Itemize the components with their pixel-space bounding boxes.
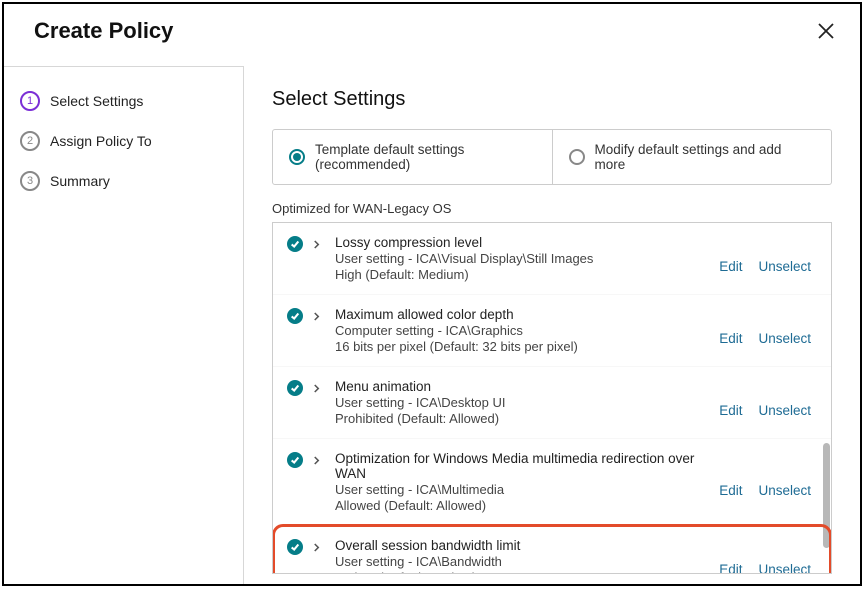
close-icon: [817, 22, 835, 40]
setting-path: Computer setting - ICA\Graphics: [335, 323, 701, 338]
selected-check-icon: [287, 539, 303, 555]
page-title: Create Policy: [34, 18, 173, 44]
expand-chevron[interactable]: [313, 309, 325, 323]
template-name: Optimized for WAN-Legacy OS: [272, 201, 832, 216]
setting-text-block: Menu animation User setting - ICA\Deskto…: [335, 379, 701, 426]
step-label: Select Settings: [50, 93, 143, 109]
expand-chevron[interactable]: [313, 237, 325, 251]
row-actions: Edit Unselect: [719, 403, 811, 418]
setting-name: Optimization for Windows Media multimedi…: [335, 451, 701, 481]
unselect-link[interactable]: Unselect: [758, 331, 811, 346]
setting-path: User setting - ICA\Desktop UI: [335, 395, 701, 410]
row-actions: Edit Unselect: [719, 562, 811, 574]
option-label: Template default settings (recommended): [315, 142, 536, 172]
edit-link[interactable]: Edit: [719, 403, 742, 418]
expand-chevron[interactable]: [313, 453, 325, 467]
selected-check-icon: [287, 236, 303, 252]
step-number-badge: 1: [20, 91, 40, 111]
setting-row: Overall session bandwidth limit User set…: [273, 525, 831, 574]
edit-link[interactable]: Edit: [719, 483, 742, 498]
row-actions: Edit Unselect: [719, 483, 811, 498]
step-number-badge: 2: [20, 131, 40, 151]
wizard-step-3[interactable]: 3 Summary: [20, 171, 243, 191]
dialog-header: Create Policy: [4, 4, 860, 66]
wizard-step-1[interactable]: 1 Select Settings: [20, 91, 243, 111]
wizard-step-2[interactable]: 2 Assign Policy To: [20, 131, 243, 151]
row-actions: Edit Unselect: [719, 331, 811, 346]
modify-defaults-option[interactable]: Modify default settings and add more: [553, 130, 832, 184]
settings-mode-toggle: Template default settings (recommended) …: [272, 129, 832, 185]
step-label: Summary: [50, 173, 110, 189]
option-label: Modify default settings and add more: [595, 142, 816, 172]
unselect-link[interactable]: Unselect: [758, 259, 811, 274]
setting-text-block: Lossy compression level User setting - I…: [335, 235, 701, 282]
setting-value: High (Default: Medium): [335, 267, 701, 282]
setting-text-block: Optimization for Windows Media multimedi…: [335, 451, 701, 513]
setting-row: Menu animation User setting - ICA\Deskto…: [273, 366, 831, 438]
setting-row: Maximum allowed color depth Computer set…: [273, 294, 831, 366]
close-button[interactable]: [816, 21, 836, 41]
selected-check-icon: [287, 380, 303, 396]
template-defaults-option[interactable]: Template default settings (recommended): [273, 130, 553, 184]
settings-list: Lossy compression level User setting - I…: [272, 222, 832, 574]
section-title: Select Settings: [272, 88, 832, 111]
edit-link[interactable]: Edit: [719, 259, 742, 274]
edit-link[interactable]: Edit: [719, 562, 742, 574]
unselect-link[interactable]: Unselect: [758, 483, 811, 498]
setting-path: User setting - ICA\Bandwidth: [335, 554, 701, 569]
setting-name: Overall session bandwidth limit: [335, 538, 701, 553]
setting-path: User setting - ICA\Multimedia: [335, 482, 701, 497]
setting-value: Prohibited (Default: Allowed): [335, 411, 701, 426]
unselect-link[interactable]: Unselect: [758, 562, 811, 574]
setting-text-block: Maximum allowed color depth Computer set…: [335, 307, 701, 354]
setting-row: Lossy compression level User setting - I…: [273, 223, 831, 294]
row-actions: Edit Unselect: [719, 259, 811, 274]
selected-check-icon: [287, 452, 303, 468]
expand-chevron[interactable]: [313, 381, 325, 395]
expand-chevron[interactable]: [313, 540, 325, 554]
step-number-badge: 3: [20, 171, 40, 191]
main-panel: Select Settings Template default setting…: [244, 66, 860, 584]
setting-text-block: Overall session bandwidth limit User set…: [335, 538, 701, 574]
setting-value: 16 bits per pixel (Default: 32 bits per …: [335, 339, 701, 354]
setting-name: Maximum allowed color depth: [335, 307, 701, 322]
setting-value: 0 Kbps (Default: 0 Kbps): [335, 570, 701, 574]
unselect-link[interactable]: Unselect: [758, 403, 811, 418]
setting-name: Lossy compression level: [335, 235, 701, 250]
edit-link[interactable]: Edit: [719, 331, 742, 346]
setting-name: Menu animation: [335, 379, 701, 394]
setting-path: User setting - ICA\Visual Display\Still …: [335, 251, 701, 266]
selected-check-icon: [287, 308, 303, 324]
radio-icon: [569, 149, 585, 165]
radio-icon: [289, 149, 305, 165]
wizard-steps: 1 Select Settings 2 Assign Policy To 3 S…: [4, 66, 244, 584]
setting-row: Optimization for Windows Media multimedi…: [273, 438, 831, 525]
setting-value: Allowed (Default: Allowed): [335, 498, 701, 513]
step-label: Assign Policy To: [50, 133, 152, 149]
